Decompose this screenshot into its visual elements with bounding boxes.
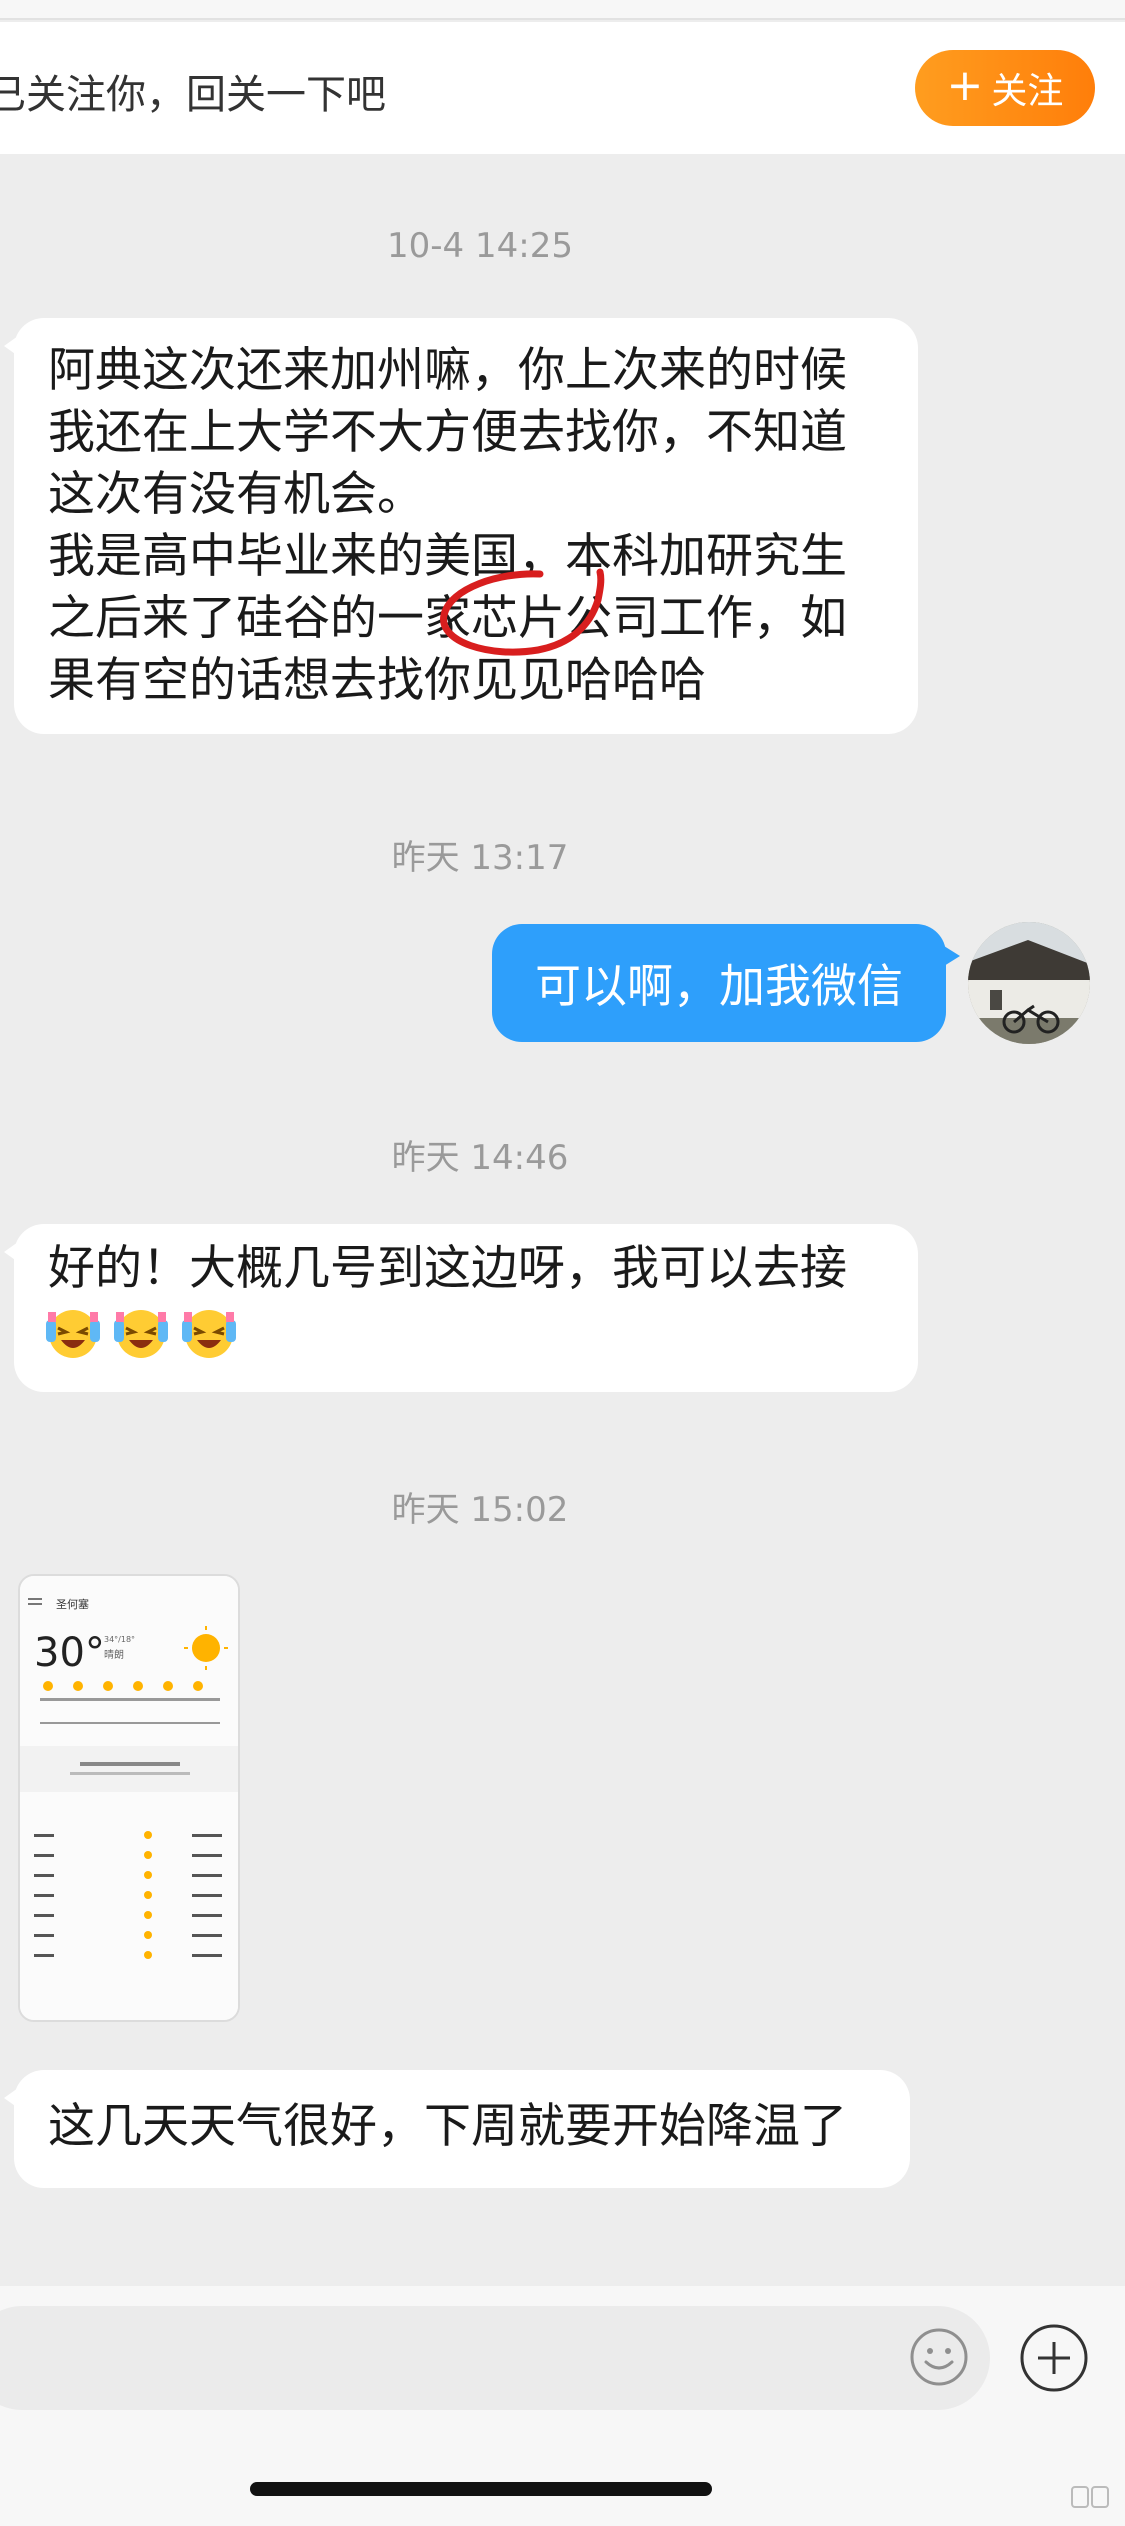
weather-app-preview: 圣何塞 30° 34°/18° 晴朗 <box>20 1576 238 2020</box>
thumb-condition: 晴朗 <box>104 1648 124 1661</box>
follow-prompt-bar: 已关注你，回关一下吧 + 关注 <box>0 22 1125 154</box>
message-text: 阿典这次还来加州嘛，你上次来的时候 我还在上大学不大方便去找你，不知道 这次有没… <box>48 343 847 708</box>
watermark-icon <box>1071 2486 1109 2508</box>
timestamp: 昨天 15:02 <box>391 1490 569 1530</box>
message-bubble-incoming[interactable]: 好的！大概几号到这边呀，我可以去接 <box>4 1224 918 1392</box>
timestamp: 10-4 14:25 <box>387 226 573 266</box>
status-strip <box>0 0 1125 20</box>
emoji-row <box>14 1304 918 1362</box>
weather-screenshot-thumbnail[interactable]: 圣何塞 30° 34°/18° 晴朗 <box>18 1574 240 2022</box>
laughing-crying-emoji-icon <box>46 1310 100 1358</box>
message-input[interactable] <box>0 2306 990 2410</box>
thumb-temp: 30° <box>34 1630 105 1676</box>
timestamp: 昨天 14:46 <box>391 1138 569 1178</box>
message-bubble-outgoing[interactable]: 可以啊，加我微信 <box>492 924 960 1042</box>
thumb-range: 34°/18° <box>104 1635 135 1644</box>
message-text: 可以啊，加我微信 <box>535 959 903 1013</box>
avatar[interactable] <box>968 922 1090 1044</box>
plus-icon: + <box>946 60 984 111</box>
plus-circle-icon[interactable] <box>1018 2322 1090 2394</box>
follow-prompt-text: 已关注你，回关一下吧 <box>0 72 386 118</box>
timestamp: 昨天 13:17 <box>391 838 569 878</box>
laughing-crying-emoji-icon <box>182 1310 236 1358</box>
thumb-location: 圣何塞 <box>56 1597 89 1611</box>
message-bubble-incoming[interactable]: 阿典这次还来加州嘛，你上次来的时候 我还在上大学不大方便去找你，不知道 这次有没… <box>4 318 918 734</box>
smiley-icon[interactable] <box>908 2326 970 2388</box>
input-bar <box>0 2286 1125 2526</box>
message-text: 好的！大概几号到这边呀，我可以去接 <box>48 1241 847 1296</box>
laughing-crying-emoji-icon <box>114 1310 168 1358</box>
follow-button-label: 关注 <box>991 71 1064 112</box>
follow-button[interactable]: + 关注 <box>915 50 1095 126</box>
avatar-photo-icon <box>968 922 1090 1044</box>
home-indicator[interactable] <box>250 2482 712 2496</box>
message-bubble-incoming[interactable]: 这几天天气很好，下周就要开始降温了 <box>4 2070 910 2188</box>
message-text: 这几天天气很好，下周就要开始降温了 <box>48 2099 847 2154</box>
